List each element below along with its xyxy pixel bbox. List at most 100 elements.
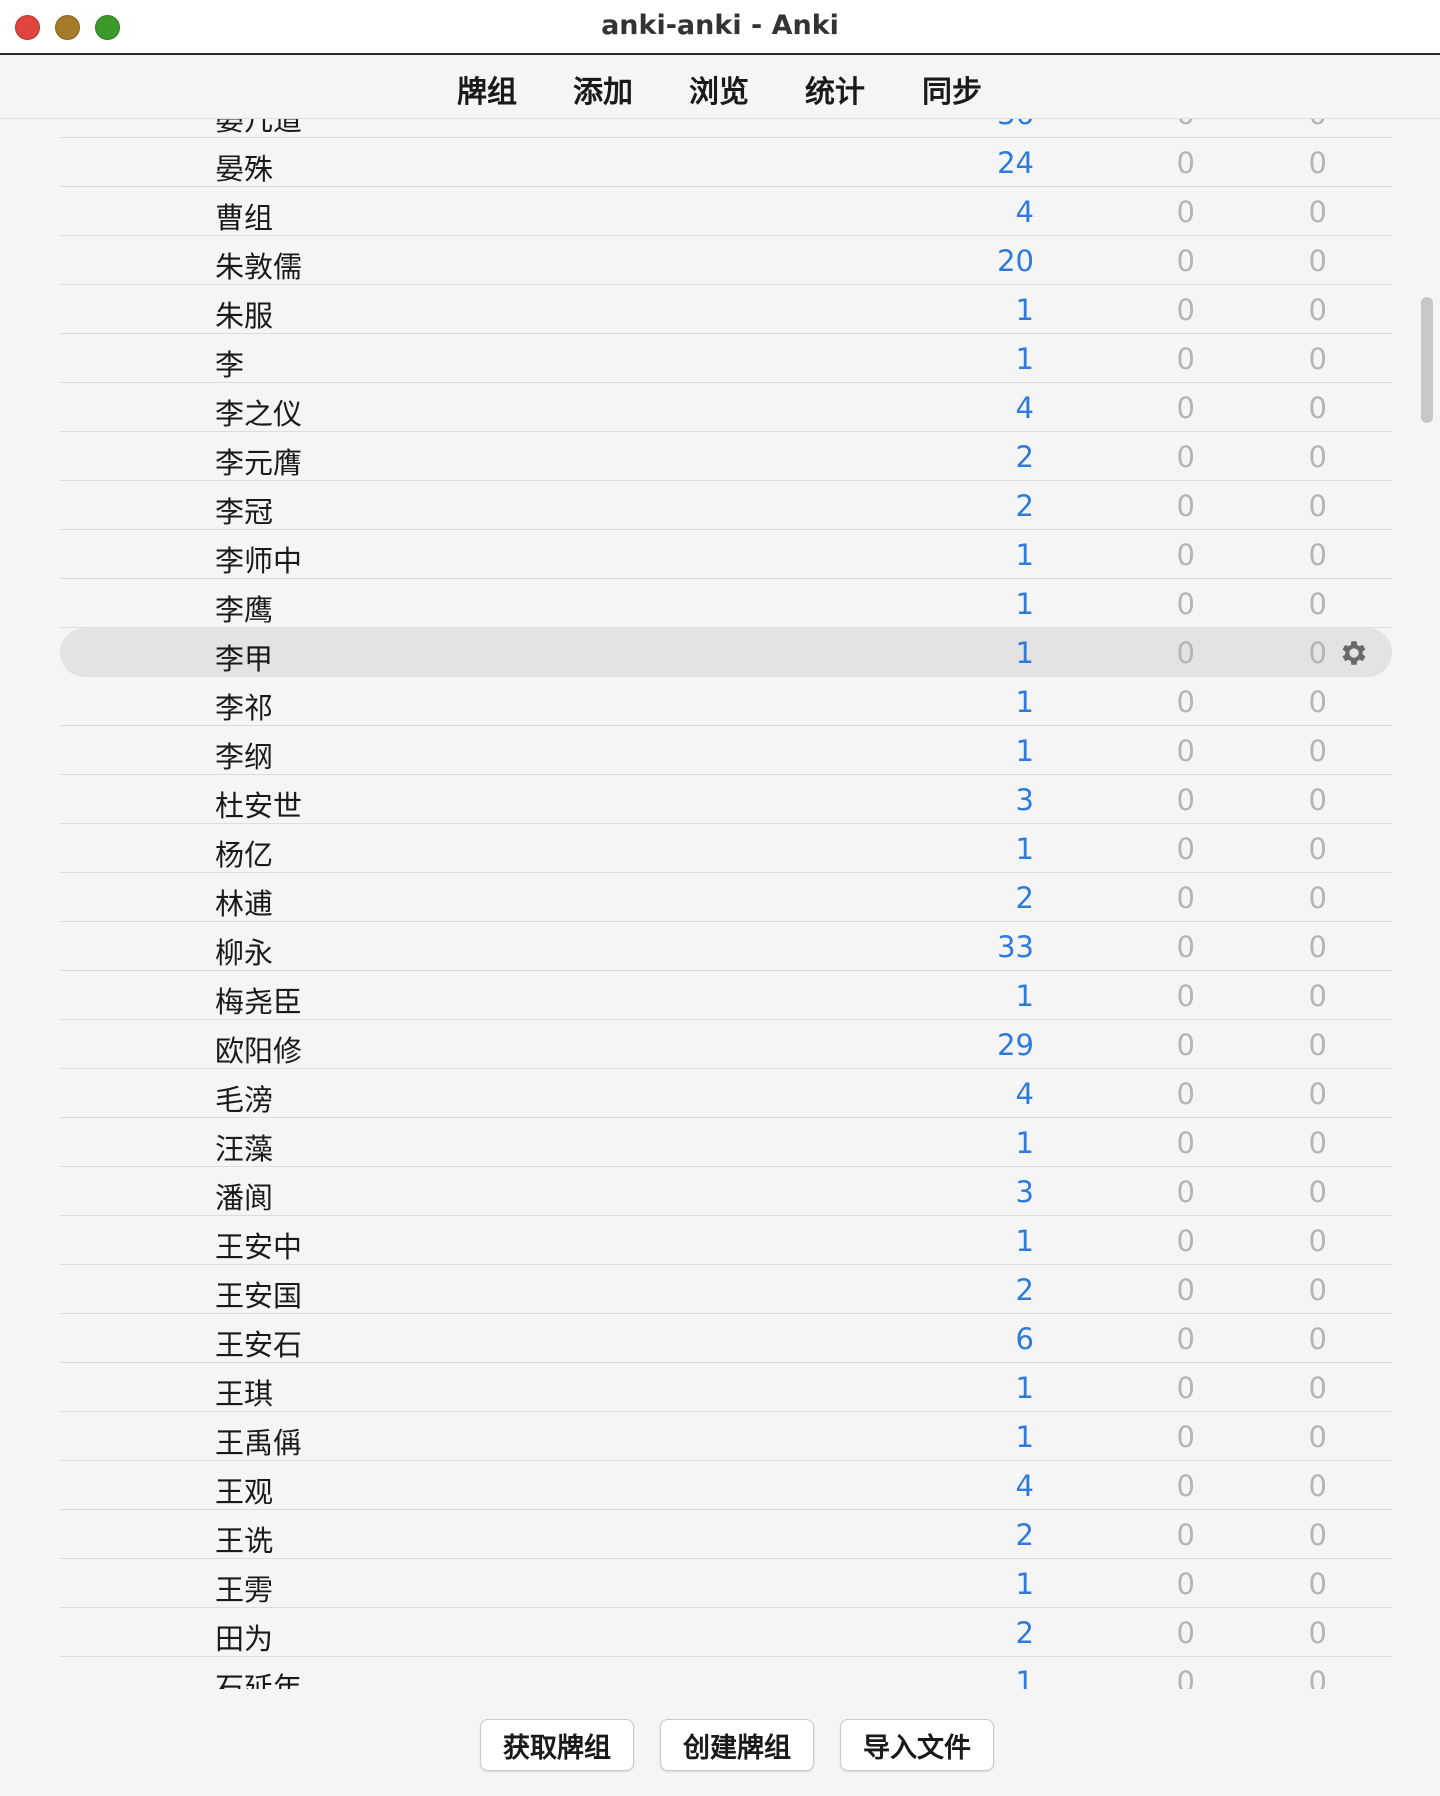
due-count: 33 [997,930,1034,964]
toolbar-sync[interactable]: 同步 [914,65,990,113]
deck-name[interactable]: 杜安世 [215,783,302,825]
deck-name[interactable]: 王琪 [215,1371,273,1413]
due-count: 1 [1015,538,1034,572]
learn-count: 0 [1308,587,1327,621]
deck-row[interactable]: 欧阳修 29 0 0 [60,1020,1392,1069]
deck-row[interactable]: 王安石 6 0 0 [60,1314,1392,1363]
deck-row[interactable]: 李甲 1 0 0 [60,628,1392,677]
deck-row[interactable]: 王琪 1 0 0 [60,1363,1392,1412]
deck-name[interactable]: 晏殊 [215,146,273,188]
deck-name[interactable]: 李师中 [215,538,302,580]
toolbar-decks[interactable]: 牌组 [449,65,525,113]
learn-count: 0 [1308,1077,1327,1111]
get-shared-button[interactable]: 获取牌组 [480,1719,634,1771]
deck-row[interactable]: 林逋 2 0 0 [60,873,1392,922]
deck-row[interactable]: 梅尧臣 1 0 0 [60,971,1392,1020]
deck-name[interactable]: 田为 [215,1616,273,1658]
deck-name[interactable]: 杨亿 [215,832,273,874]
deck-row[interactable]: 杨亿 1 0 0 [60,824,1392,873]
deck-name[interactable]: 王雱 [215,1567,273,1609]
deck-row[interactable]: 王安国 2 0 0 [60,1265,1392,1314]
deck-name[interactable]: 王观 [215,1469,273,1511]
new-count: 0 [1176,979,1195,1013]
deck-row[interactable]: 汪藻 1 0 0 [60,1118,1392,1167]
deck-name[interactable]: 王安中 [215,1224,302,1266]
deck-row[interactable]: 李鹰 1 0 0 [60,579,1392,628]
deck-name[interactable]: 李纲 [215,734,273,776]
toolbar-browse[interactable]: 浏览 [681,65,757,113]
deck-row[interactable]: 曹组 4 0 0 [60,187,1392,236]
learn-count: 0 [1308,783,1327,817]
toolbar-add[interactable]: 添加 [565,65,641,113]
new-count: 0 [1176,1273,1195,1307]
deck-row[interactable]: 李之仪 4 0 0 [60,383,1392,432]
import-file-button[interactable]: 导入文件 [840,1719,994,1771]
deck-row[interactable]: 朱敦儒 20 0 0 [60,236,1392,285]
deck-name[interactable]: 王诜 [215,1518,273,1560]
deck-name[interactable]: 毛滂 [215,1077,273,1119]
learn-count: 0 [1308,734,1327,768]
deck-row[interactable]: 石延年 1 0 0 [60,1657,1392,1689]
deck-row[interactable]: 李元膺 2 0 0 [60,432,1392,481]
deck-name[interactable]: 晏几道 [215,119,302,139]
toolbar-stats[interactable]: 统计 [797,65,873,113]
deck-row[interactable]: 李 1 0 0 [60,334,1392,383]
due-count: 1 [1015,1224,1034,1258]
deck-name[interactable]: 潘阆 [215,1175,273,1217]
deck-row[interactable]: 晏殊 24 0 0 [60,138,1392,187]
deck-name[interactable]: 李祁 [215,685,273,727]
deck-name[interactable]: 李元膺 [215,440,302,482]
deck-row[interactable]: 杜安世 3 0 0 [60,775,1392,824]
new-count: 0 [1176,538,1195,572]
deck-row[interactable]: 朱服 1 0 0 [60,285,1392,334]
new-count: 0 [1176,734,1195,768]
new-count: 0 [1176,1028,1195,1062]
due-count: 1 [1015,1665,1034,1689]
learn-count: 0 [1308,1175,1327,1209]
deck-name[interactable]: 曹组 [215,195,273,237]
deck-row[interactable]: 王安中 1 0 0 [60,1216,1392,1265]
deck-row[interactable]: 王禹偁 1 0 0 [60,1412,1392,1461]
scrollbar-thumb[interactable] [1421,297,1433,423]
deck-row[interactable]: 李祁 1 0 0 [60,677,1392,726]
deck-row[interactable]: 毛滂 4 0 0 [60,1069,1392,1118]
new-count: 0 [1176,1371,1195,1405]
deck-row[interactable]: 潘阆 3 0 0 [60,1167,1392,1216]
deck-name[interactable]: 欧阳修 [215,1028,302,1070]
new-count: 0 [1176,440,1195,474]
deck-row[interactable]: 王观 4 0 0 [60,1461,1392,1510]
deck-name[interactable]: 李甲 [215,636,273,678]
deck-row[interactable]: 李师中 1 0 0 [60,530,1392,579]
new-count: 0 [1176,1224,1195,1258]
deck-name[interactable]: 石延年 [215,1665,302,1689]
deck-name[interactable]: 柳永 [215,930,273,972]
deck-name[interactable]: 梅尧臣 [215,979,302,1021]
deck-name[interactable]: 朱服 [215,293,273,335]
deck-name[interactable]: 李 [215,342,244,384]
deck-name[interactable]: 李鹰 [215,587,273,629]
deck-name[interactable]: 朱敦儒 [215,244,302,286]
deck-name[interactable]: 李冠 [215,489,273,531]
learn-count: 0 [1308,1371,1327,1405]
deck-row[interactable]: 田为 2 0 0 [60,1608,1392,1657]
deck-row[interactable]: 李纲 1 0 0 [60,726,1392,775]
deck-name[interactable]: 汪藻 [215,1126,273,1168]
deck-name[interactable]: 王禹偁 [215,1420,302,1462]
new-count: 0 [1176,342,1195,376]
due-count: 2 [1015,881,1034,915]
deck-name[interactable]: 王安石 [215,1322,302,1364]
create-deck-button[interactable]: 创建牌组 [660,1719,814,1771]
new-count: 0 [1176,685,1195,719]
deck-row[interactable]: 王雱 1 0 0 [60,1559,1392,1608]
deck-row[interactable]: 李冠 2 0 0 [60,481,1392,530]
deck-name[interactable]: 李之仪 [215,391,302,433]
deck-list: 晏几道3600晏殊2400曹组400朱敦儒2000朱服100李100李之仪400… [0,119,1440,1689]
learn-count: 0 [1308,979,1327,1013]
gear-icon[interactable] [1338,637,1370,669]
deck-name[interactable]: 王安国 [215,1273,302,1315]
deck-name[interactable]: 林逋 [215,881,273,923]
deck-row[interactable]: 柳永 33 0 0 [60,922,1392,971]
deck-row[interactable]: 王诜 2 0 0 [60,1510,1392,1559]
learn-count: 0 [1308,1420,1327,1454]
deck-row[interactable]: 晏几道 36 0 0 [60,119,1392,138]
